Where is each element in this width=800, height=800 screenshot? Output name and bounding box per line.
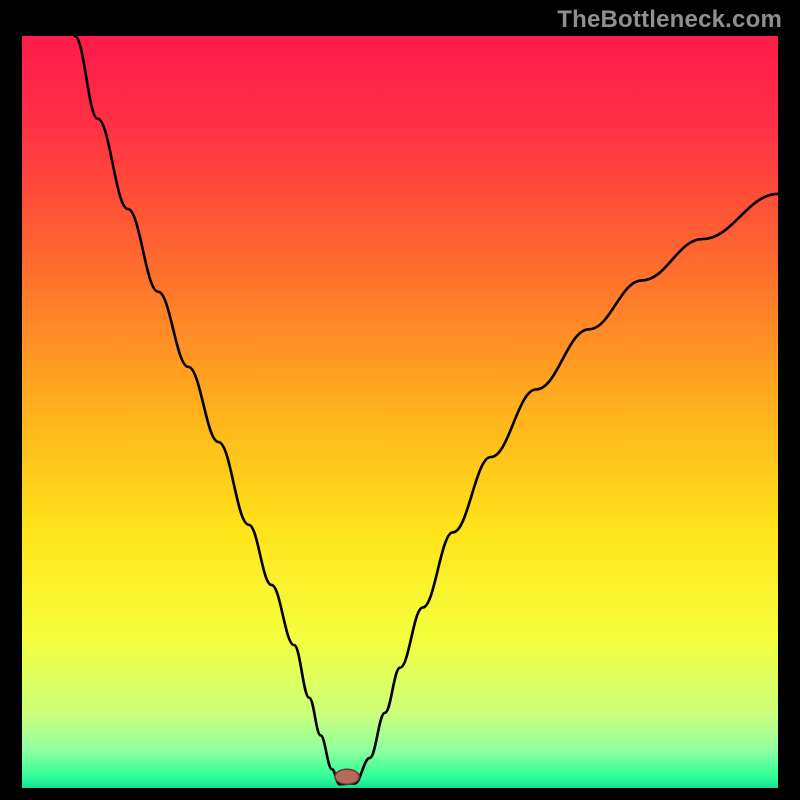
- chart-frame: TheBottleneck.com: [0, 0, 800, 800]
- watermark-label: TheBottleneck.com: [557, 6, 782, 34]
- gradient-background: [22, 36, 778, 788]
- minimum-marker: [335, 769, 359, 784]
- bottleneck-plot: [22, 36, 778, 788]
